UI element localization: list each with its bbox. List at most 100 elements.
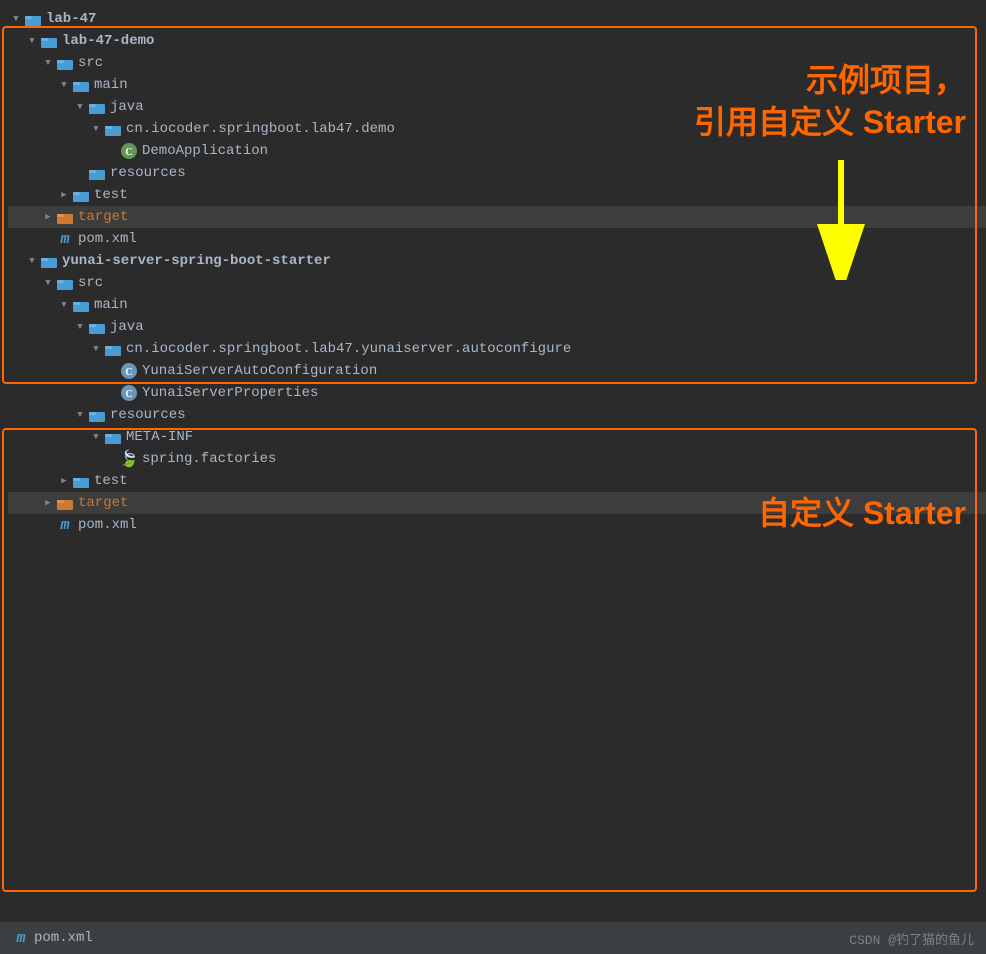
arrow-main2 bbox=[56, 297, 72, 313]
tree-item-target2[interactable]: target bbox=[8, 492, 986, 514]
label-starter: yunai-server-spring-boot-starter bbox=[62, 253, 331, 269]
tree-item-lab47demo[interactable]: lab-47-demo bbox=[8, 30, 986, 52]
tree-item-class1[interactable]: C YunaiServerAutoConfiguration bbox=[8, 360, 986, 382]
no-arrow bbox=[104, 143, 120, 159]
label-pom2: pom.xml bbox=[78, 517, 137, 533]
tree-item-spring-factories[interactable]: 🍃 spring.factories bbox=[8, 448, 986, 470]
folder-icon-target2 bbox=[56, 494, 74, 512]
tree-item-target1[interactable]: target bbox=[8, 206, 986, 228]
label-pkg1: cn.iocoder.springboot.lab47.demo bbox=[126, 121, 395, 137]
tree-item-java1[interactable]: java bbox=[8, 96, 986, 118]
file-tree: lab-47 lab-47-demo src main bbox=[0, 0, 986, 536]
folder-icon-lab47 bbox=[24, 10, 42, 28]
folder-icon-java1 bbox=[88, 98, 106, 116]
tree-item-lab47[interactable]: lab-47 bbox=[8, 8, 986, 30]
arrow-lab47 bbox=[8, 11, 24, 27]
arrow-lab47demo bbox=[24, 33, 40, 49]
label-res1: resources bbox=[110, 165, 186, 181]
label-test2: test bbox=[94, 473, 128, 489]
svg-text:C: C bbox=[125, 389, 132, 400]
arrow-res2 bbox=[72, 407, 88, 423]
class-icon-demoapp: C bbox=[120, 142, 138, 160]
spring-factories-icon: 🍃 bbox=[120, 450, 138, 468]
folder-icon-main2 bbox=[72, 296, 90, 314]
svg-text:≡: ≡ bbox=[115, 130, 120, 136]
folder-icon-metainf bbox=[104, 428, 122, 446]
m-icon-pom2: m bbox=[56, 516, 74, 534]
folder-icon-res2: ≡ bbox=[88, 406, 106, 424]
label-demoapp: DemoApplication bbox=[142, 143, 268, 159]
label-metainf: META-INF bbox=[126, 429, 193, 445]
label-src2: src bbox=[78, 275, 103, 291]
svg-text:≡: ≡ bbox=[99, 174, 104, 180]
svg-text:C: C bbox=[125, 147, 132, 158]
arrow-target1 bbox=[40, 209, 56, 225]
arrow-java1 bbox=[72, 99, 88, 115]
bottom-m-icon: m bbox=[12, 929, 30, 947]
label-java1: java bbox=[110, 99, 144, 115]
bottom-pom-item[interactable]: m pom.xml bbox=[12, 927, 93, 949]
folder-icon-java2 bbox=[88, 318, 106, 336]
folder-icon-main1 bbox=[72, 76, 90, 94]
label-class1: YunaiServerAutoConfiguration bbox=[142, 363, 377, 379]
tree-item-pom2[interactable]: m pom.xml bbox=[8, 514, 986, 536]
tree-item-metainf[interactable]: META-INF bbox=[8, 426, 986, 448]
label-lab47demo: lab-47-demo bbox=[62, 33, 154, 49]
label-pom1: pom.xml bbox=[78, 231, 137, 247]
tree-item-starter[interactable]: yunai-server-spring-boot-starter bbox=[8, 250, 986, 272]
folder-icon-src2 bbox=[56, 274, 74, 292]
no-arrow bbox=[104, 451, 120, 467]
arrow-src1 bbox=[40, 55, 56, 71]
label-src1: src bbox=[78, 55, 103, 71]
label-target2: target bbox=[78, 495, 128, 511]
arrow-test1 bbox=[56, 187, 72, 203]
tree-item-test1[interactable]: test bbox=[8, 184, 986, 206]
tree-item-pom1[interactable]: m pom.xml bbox=[8, 228, 986, 250]
folder-icon-lab47demo bbox=[40, 32, 58, 50]
arrow-pkg2 bbox=[88, 341, 104, 357]
tree-item-demoapp[interactable]: C DemoApplication bbox=[8, 140, 986, 162]
label-java2: java bbox=[110, 319, 144, 335]
arrow-src2 bbox=[40, 275, 56, 291]
tree-item-class2[interactable]: C YunaiServerProperties bbox=[8, 382, 986, 404]
tree-item-pkg1[interactable]: ≡ cn.iocoder.springboot.lab47.demo bbox=[8, 118, 986, 140]
tree-item-res1[interactable]: ≡ resources bbox=[8, 162, 986, 184]
folder-icon-starter bbox=[40, 252, 58, 270]
arrow-pkg1 bbox=[88, 121, 104, 137]
tree-item-test2[interactable]: test bbox=[8, 470, 986, 492]
arrow-target2 bbox=[40, 495, 56, 511]
tree-item-res2[interactable]: ≡ resources bbox=[8, 404, 986, 426]
label-main2: main bbox=[94, 297, 128, 313]
no-arrow bbox=[40, 231, 56, 247]
tree-item-java2[interactable]: java bbox=[8, 316, 986, 338]
label-test1: test bbox=[94, 187, 128, 203]
class-icon-yunai1: C bbox=[120, 362, 138, 380]
label-pkg2: cn.iocoder.springboot.lab47.yunaiserver.… bbox=[126, 341, 571, 357]
no-arrow bbox=[104, 363, 120, 379]
label-lab47: lab-47 bbox=[46, 11, 96, 27]
bottom-pom-label: pom.xml bbox=[34, 930, 93, 946]
arrow-main1 bbox=[56, 77, 72, 93]
label-res2: resources bbox=[110, 407, 186, 423]
arrow-starter bbox=[24, 253, 40, 269]
tree-item-pkg2[interactable]: ≡ cn.iocoder.springboot.lab47.yunaiserve… bbox=[8, 338, 986, 360]
svg-text:≡: ≡ bbox=[115, 350, 120, 356]
label-class2: YunaiServerProperties bbox=[142, 385, 318, 401]
arrow-java2 bbox=[72, 319, 88, 335]
package-icon-pkg2: ≡ bbox=[104, 340, 122, 358]
tree-item-main2[interactable]: main bbox=[8, 294, 986, 316]
class-icon-yunai2: C bbox=[120, 384, 138, 402]
folder-icon-src1 bbox=[56, 54, 74, 72]
label-target1: target bbox=[78, 209, 128, 225]
folder-icon-test2 bbox=[72, 472, 90, 490]
bottom-bar: m pom.xml CSDN @钓了猫的鱼儿 bbox=[0, 922, 986, 954]
credit-text: CSDN @钓了猫的鱼儿 bbox=[849, 929, 974, 948]
tree-item-src2[interactable]: src bbox=[8, 272, 986, 294]
arrow-test2 bbox=[56, 473, 72, 489]
m-icon-pom1: m bbox=[56, 230, 74, 248]
arrow-metainf bbox=[88, 429, 104, 445]
tree-item-src1[interactable]: src bbox=[8, 52, 986, 74]
folder-icon-res1: ≡ bbox=[88, 164, 106, 182]
svg-text:C: C bbox=[125, 367, 132, 378]
tree-item-main1[interactable]: main bbox=[8, 74, 986, 96]
